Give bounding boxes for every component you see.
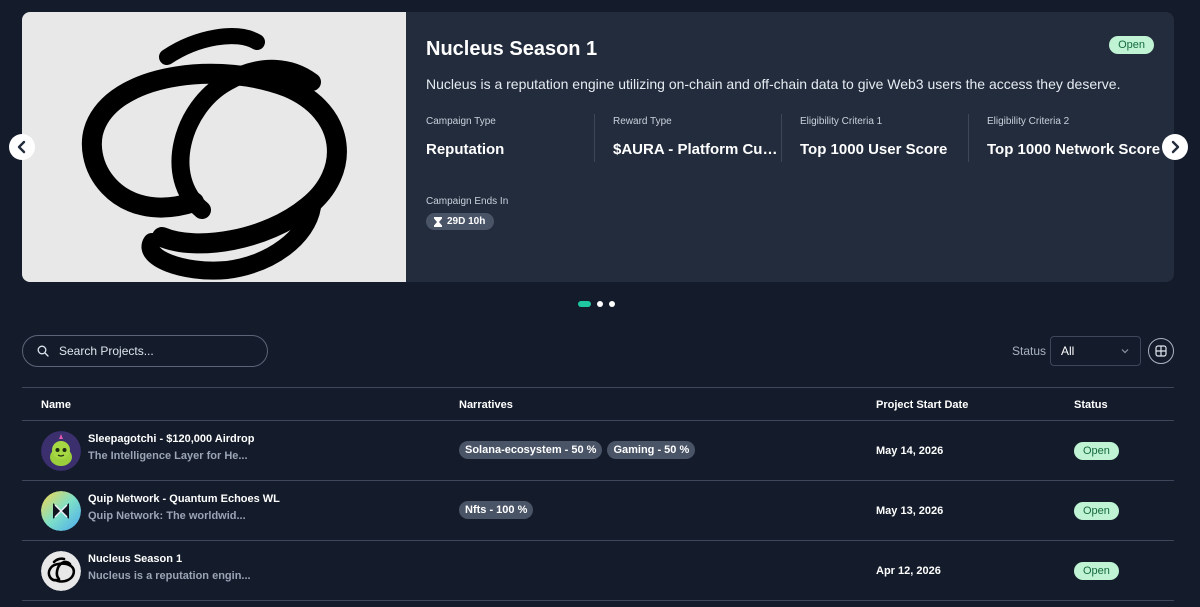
status-badge: Open	[1074, 442, 1119, 460]
grid-icon	[1155, 345, 1167, 357]
search-input[interactable]	[59, 344, 249, 358]
chevron-right-icon	[1171, 140, 1180, 154]
status-badge: Open	[1074, 502, 1119, 520]
chevron-left-icon	[17, 140, 26, 154]
campaign-ends-label: Campaign Ends In	[426, 196, 509, 207]
meta-campaign-type: Campaign Type Reputation	[426, 114, 594, 162]
nucleus-avatar-icon	[41, 551, 81, 591]
status-badge: Open	[1109, 36, 1154, 54]
meta-label: Eligibility Criteria 1	[800, 116, 883, 127]
carousel-dot-2[interactable]	[597, 301, 603, 307]
nucleus-logo-icon	[82, 28, 347, 280]
narrative-tags: Solana-ecosystem - 50 % Gaming - 50 %	[459, 441, 696, 459]
project-name[interactable]: Quip Network - Quantum Echoes WL	[88, 493, 280, 505]
header-name[interactable]: Name	[41, 399, 71, 411]
carousel-pagination	[578, 301, 615, 307]
project-start-date: Apr 12, 2026	[876, 565, 941, 577]
featured-campaign-card[interactable]: Nucleus Season 1 Open Nucleus is a reput…	[22, 12, 1174, 282]
grid-view-button[interactable]	[1148, 338, 1174, 364]
countdown-chip: 29D 10h	[426, 213, 495, 230]
table-header: Name Narratives Project Start Date Statu…	[22, 387, 1174, 421]
carousel-next-button[interactable]	[1162, 134, 1188, 160]
narrative-tag: Nfts - 100 %	[459, 501, 534, 519]
hourglass-icon	[434, 216, 442, 227]
meta-eligibility-2: Eligibility Criteria 2 Top 1000 Network …	[968, 114, 1170, 162]
campaign-title: Nucleus Season 1	[426, 38, 598, 60]
table-row[interactable]: Quip Network - Quantum Echoes WL Quip Ne…	[22, 481, 1174, 541]
carousel-dot-1[interactable]	[578, 301, 591, 307]
meta-label: Reward Type	[613, 116, 672, 127]
header-start-date[interactable]: Project Start Date	[876, 399, 968, 411]
search-box[interactable]	[22, 335, 268, 367]
meta-value: $AURA - Platform Currency	[613, 141, 782, 158]
status-filter-label: Status	[1012, 344, 1047, 358]
campaign-description: Nucleus is a reputation engine utilizing…	[426, 76, 1121, 92]
status-filter-value: All	[1061, 344, 1075, 358]
sleepagotchi-avatar-icon	[41, 431, 81, 471]
project-description: Quip Network: The worldwid...	[88, 510, 246, 522]
narrative-tag: Solana-ecosystem - 50 %	[459, 441, 603, 459]
chevron-down-icon	[1121, 349, 1129, 354]
project-name[interactable]: Sleepagotchi - $120,000 Airdrop	[88, 433, 254, 445]
meta-label: Campaign Type	[426, 116, 496, 127]
meta-value: Top 1000 Network Score	[987, 141, 1161, 158]
meta-label: Eligibility Criteria 2	[987, 116, 1070, 127]
countdown-value: 29D 10h	[447, 216, 486, 227]
narrative-tags: Nfts - 100 %	[459, 501, 534, 519]
project-name[interactable]: Nucleus Season 1	[88, 553, 182, 565]
project-description: Nucleus is a reputation engin...	[88, 570, 251, 582]
carousel-prev-button[interactable]	[9, 134, 35, 160]
status-badge: Open	[1074, 562, 1119, 580]
header-narratives[interactable]: Narratives	[459, 399, 513, 411]
status-filter-select[interactable]: All	[1050, 336, 1141, 366]
meta-value: Top 1000 User Score	[800, 141, 948, 158]
project-description: The Intelligence Layer for He...	[88, 450, 248, 462]
quip-network-avatar-icon	[41, 491, 81, 531]
header-status[interactable]: Status	[1074, 399, 1108, 411]
meta-value: Reputation	[426, 141, 505, 158]
project-start-date: May 13, 2026	[876, 505, 944, 517]
search-icon	[37, 345, 49, 357]
meta-reward-type: Reward Type $AURA - Platform Currency	[594, 114, 782, 162]
meta-eligibility-1: Eligibility Criteria 1 Top 1000 User Sco…	[781, 114, 969, 162]
narrative-tag: Gaming - 50 %	[607, 441, 696, 459]
campaign-image	[22, 12, 406, 282]
table-row[interactable]: Sleepagotchi - $120,000 Airdrop The Inte…	[22, 421, 1174, 481]
table-row[interactable]: Nucleus Season 1 Nucleus is a reputation…	[22, 541, 1174, 601]
carousel-dot-3[interactable]	[609, 301, 615, 307]
project-start-date: May 14, 2026	[876, 445, 944, 457]
projects-table: Name Narratives Project Start Date Statu…	[22, 387, 1174, 601]
